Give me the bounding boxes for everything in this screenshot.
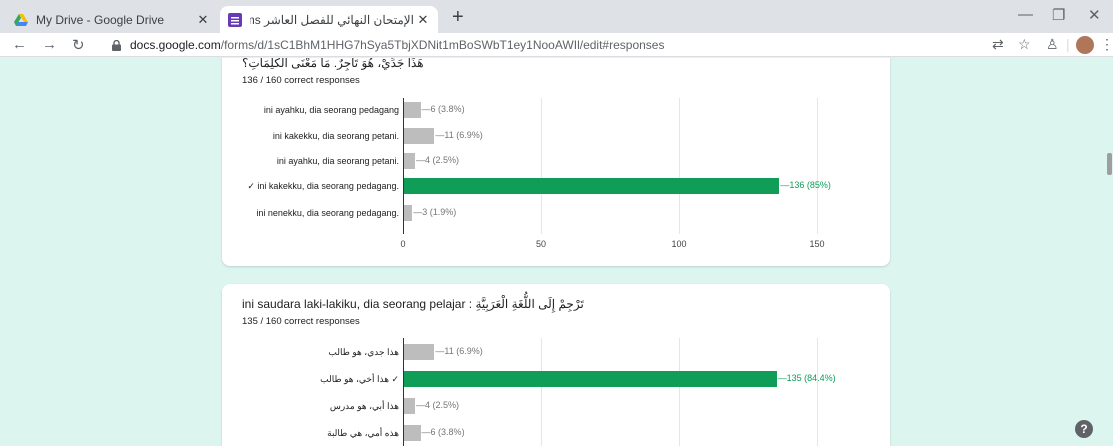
chart-data-label: —135 (84.4%) bbox=[777, 373, 836, 383]
chart-bar bbox=[404, 344, 435, 360]
chart-gridline bbox=[541, 338, 542, 446]
browser-toolbar: ← → ↻ docs.google.com/forms/d/1sC1BhM1HH… bbox=[0, 33, 1113, 57]
chart-bar bbox=[404, 102, 421, 118]
menu-kebab-icon[interactable]: ⋮ bbox=[1100, 36, 1113, 53]
chart-bar-correct bbox=[404, 178, 780, 194]
chart-category-label: هذه أمي، هي طالبة bbox=[327, 427, 399, 438]
chart-category-label: ini ayahku, dia seorang petani. bbox=[276, 155, 399, 166]
chart-data-label: —4 (2.5%) bbox=[416, 155, 460, 165]
forward-icon[interactable]: → bbox=[42, 36, 57, 53]
chart-tick-label: 150 bbox=[809, 239, 825, 249]
address-bar[interactable]: docs.google.com/forms/d/1sC1BhM1HHG7hSya… bbox=[112, 36, 972, 54]
translate-icon[interactable]: ⇄ bbox=[992, 36, 1004, 53]
chart-category-label: ini kakekku, dia seorang petani. bbox=[272, 130, 399, 141]
lock-icon bbox=[112, 39, 124, 51]
google-drive-icon bbox=[14, 13, 28, 27]
chart-gridline bbox=[679, 338, 680, 446]
tab-google-forms[interactable]: الإمتحان النهائي للفصل العاشر orms ✕ bbox=[220, 6, 438, 33]
chart-data-label: —6 (3.8%) bbox=[421, 427, 465, 437]
chart-category-label: ini ayahku, dia seorang pedagang bbox=[263, 104, 399, 115]
chart-tick-label: 50 bbox=[535, 239, 547, 249]
chart-category-label: ✓ ini kakekku, dia seorang pedagang. bbox=[247, 180, 399, 191]
chart-gridline bbox=[817, 338, 818, 446]
chart-gridline bbox=[679, 98, 680, 234]
tab-title: الإمتحان النهائي للفصل العاشر orms bbox=[250, 12, 414, 27]
chart-gridline bbox=[817, 98, 818, 234]
new-tab-button[interactable]: + bbox=[452, 6, 464, 28]
chart-bar-correct bbox=[404, 371, 777, 387]
scrollbar-thumb[interactable] bbox=[1107, 153, 1112, 175]
back-icon[interactable]: ← bbox=[12, 36, 27, 53]
page-scrollbar[interactable] bbox=[1105, 58, 1113, 446]
correct-responses-count: 135 / 160 correct responses bbox=[242, 316, 360, 327]
reload-icon[interactable]: ↻ bbox=[72, 36, 85, 54]
chart-bar bbox=[404, 205, 413, 221]
help-button[interactable]: ? bbox=[1075, 420, 1093, 438]
close-window-icon[interactable]: ✕ bbox=[1088, 6, 1101, 24]
chart-data-label: —11 (6.9%) bbox=[435, 130, 483, 140]
maximize-icon[interactable]: ❐ bbox=[1052, 6, 1065, 24]
chart-data-label: —4 (2.5%) bbox=[416, 400, 460, 410]
chart-bar bbox=[404, 398, 416, 414]
url-path: /forms/d/1sC1BhM1HHG7hSya5TbjXDNit1mBoSW… bbox=[220, 38, 665, 52]
chart-bar bbox=[404, 425, 421, 441]
chart-bar bbox=[404, 153, 416, 169]
url-domain: docs.google.com bbox=[130, 38, 221, 52]
chart-tick-label: 100 bbox=[671, 239, 687, 249]
chart-category-label: هذا جدي، هو طالب bbox=[328, 346, 399, 357]
chart-category-label: ini nenekku, dia seorang pedagang. bbox=[256, 207, 399, 218]
avatar[interactable] bbox=[1076, 36, 1094, 54]
extension-icon[interactable]: ♙ bbox=[1046, 36, 1059, 53]
question-card-1: هَذَا جَدِّيْ، هُوَ تَاجِرٌ. مَا مَعْنَى… bbox=[222, 58, 890, 266]
question-card-2: تَرْجِمْ إِلَى اللُّغَةِ الْعَرَبِيَّةِ … bbox=[222, 284, 890, 446]
minimize-icon[interactable]: — bbox=[1018, 6, 1033, 23]
forms-responses-area: هَذَا جَدِّيْ، هُوَ تَاجِرٌ. مَا مَعْنَى… bbox=[0, 58, 1113, 446]
chart-category-label: هذا أخي، هو طالب ✓ bbox=[320, 373, 399, 384]
bookmark-star-icon[interactable]: ☆ bbox=[1018, 36, 1031, 53]
tab-title: My Drive - Google Drive bbox=[36, 12, 165, 27]
tab-google-drive[interactable]: My Drive - Google Drive ✕ bbox=[6, 6, 218, 33]
correct-responses-count: 136 / 160 correct responses bbox=[242, 75, 360, 86]
chart-data-label: —6 (3.8%) bbox=[421, 104, 465, 114]
chart-data-label: —136 (85%) bbox=[780, 180, 831, 190]
close-tab-icon[interactable]: ✕ bbox=[194, 12, 212, 28]
question-title: هَذَا جَدِّيْ، هُوَ تَاجِرٌ. مَا مَعْنَى… bbox=[242, 58, 424, 70]
toolbar-divider: | bbox=[1066, 36, 1070, 52]
chart-bar bbox=[404, 128, 435, 144]
chart-tick-label: 0 bbox=[400, 239, 406, 249]
chart-data-label: —3 (1.9%) bbox=[413, 207, 457, 217]
chart-data-label: —11 (6.9%) bbox=[435, 346, 483, 356]
google-forms-icon bbox=[228, 12, 242, 27]
browser-tab-bar: My Drive - Google Drive ✕ الإمتحان النها… bbox=[0, 0, 1113, 33]
close-tab-icon[interactable]: ✕ bbox=[414, 12, 432, 28]
question-title: تَرْجِمْ إِلَى اللُّغَةِ الْعَرَبِيَّةِ … bbox=[242, 297, 584, 311]
chart-gridline bbox=[541, 98, 542, 234]
chart-category-label: هذا أبي، هو مدرس bbox=[329, 400, 399, 411]
